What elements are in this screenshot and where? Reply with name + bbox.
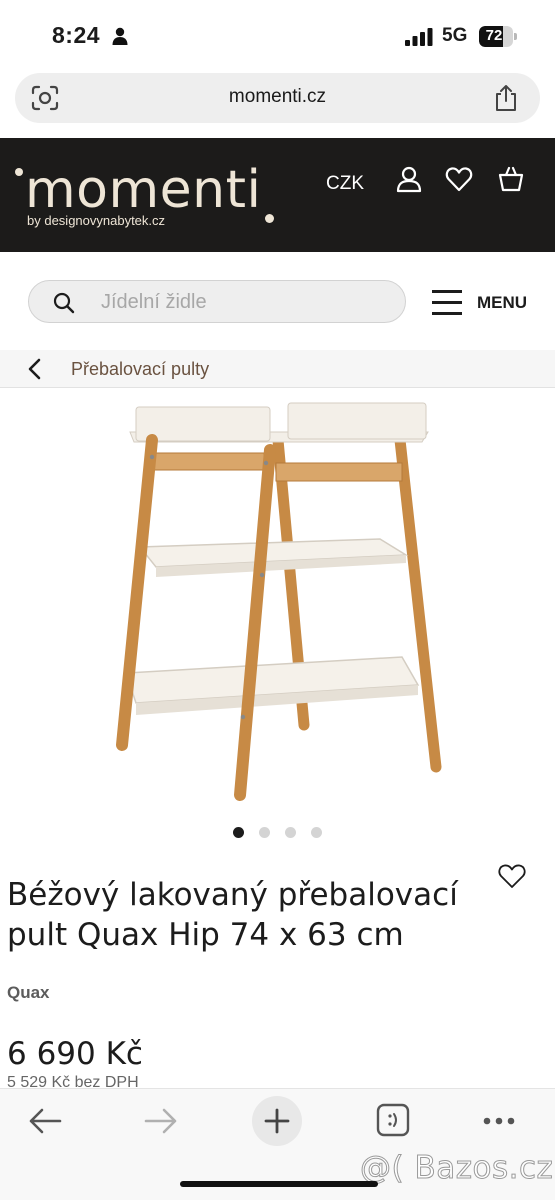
carousel-dots: [233, 827, 333, 839]
cart-basket-icon[interactable]: [497, 165, 525, 193]
share-icon[interactable]: [493, 84, 519, 112]
carousel-dot[interactable]: [259, 827, 270, 838]
product-title: Béžový lakovaný přebalovací pult Quax Hi…: [7, 877, 458, 953]
product-price: 6 690 Kč: [7, 1036, 143, 1072]
menu-button[interactable]: MENU: [430, 289, 540, 317]
new-tab-button[interactable]: [252, 1096, 302, 1146]
currency-selector[interactable]: CZK: [326, 173, 364, 195]
wishlist-heart-icon[interactable]: [445, 165, 473, 193]
search-icon: [53, 292, 75, 314]
plus-icon: [264, 1108, 290, 1134]
cellular-signal-icon: [405, 28, 433, 46]
menu-label: MENU: [477, 293, 528, 312]
status-time: 8:24: [52, 22, 101, 48]
carousel-dot[interactable]: [233, 827, 244, 838]
logo-dot: [15, 168, 23, 176]
logo-wordmark: momenti: [25, 160, 262, 220]
more-options-icon[interactable]: [482, 1116, 516, 1126]
search-input[interactable]: Jídelní židle: [28, 280, 406, 323]
product-image[interactable]: [80, 395, 480, 815]
url-text[interactable]: momenti.cz: [15, 86, 540, 108]
chevron-left-icon[interactable]: [26, 358, 44, 380]
product-brand-link[interactable]: Quax: [7, 983, 50, 1003]
tabs-icon[interactable]: [376, 1103, 410, 1137]
table-leg: [234, 444, 276, 801]
back-arrow-icon[interactable]: [27, 1106, 63, 1136]
person-icon: [112, 27, 128, 45]
site-header: momenti by designovynabytek.cz CZK: [0, 138, 555, 252]
breadcrumb: Přebalovací pulty: [0, 350, 555, 388]
site-logo[interactable]: momenti by designovynabytek.cz: [12, 160, 292, 240]
breadcrumb-category-link[interactable]: Přebalovací pulty: [71, 359, 209, 380]
status-bar: 8:24 5G 72: [0, 0, 555, 72]
table-leg: [394, 434, 442, 773]
url-bar[interactable]: momenti.cz: [15, 73, 540, 123]
account-icon[interactable]: [395, 165, 423, 193]
network-type: 5G: [442, 25, 468, 46]
carousel-dot[interactable]: [285, 827, 296, 838]
add-to-wishlist-heart-icon[interactable]: [497, 862, 527, 890]
logo-subtitle: by designovynabytek.cz: [27, 213, 166, 228]
battery-icon: 72: [479, 26, 517, 47]
carousel-dot[interactable]: [311, 827, 322, 838]
logo-dot: [265, 214, 274, 223]
search-placeholder: Jídelní židle: [101, 291, 207, 313]
home-indicator: [180, 1181, 378, 1187]
bazos-watermark: @( Bazos.cz: [359, 1150, 554, 1187]
forward-arrow-icon[interactable]: [143, 1106, 179, 1136]
battery-percent: 72: [485, 27, 503, 44]
